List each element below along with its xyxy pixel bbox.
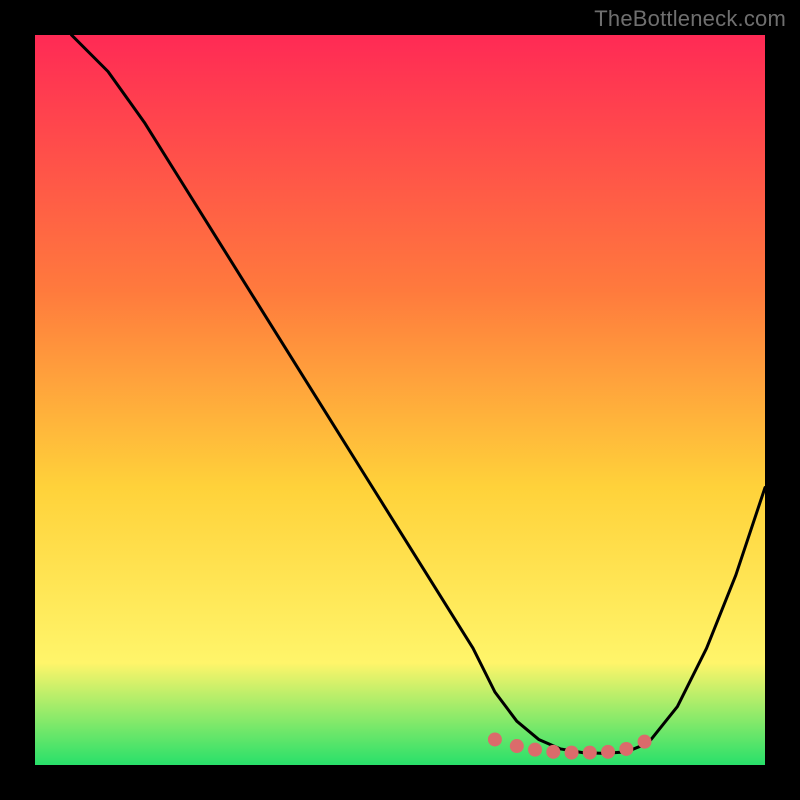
marker-dot <box>546 745 560 759</box>
marker-dot <box>601 745 615 759</box>
marker-dot <box>510 739 524 753</box>
gradient-rect <box>35 35 765 765</box>
marker-dot <box>488 732 502 746</box>
gradient-background <box>35 35 765 765</box>
watermark-text: TheBottleneck.com <box>594 6 786 32</box>
chart-stage: TheBottleneck.com <box>0 0 800 800</box>
marker-dot <box>638 735 652 749</box>
marker-dot <box>528 743 542 757</box>
plot-area <box>35 35 765 765</box>
marker-dot <box>619 742 633 756</box>
marker-dot <box>565 746 579 760</box>
marker-dot <box>583 746 597 760</box>
